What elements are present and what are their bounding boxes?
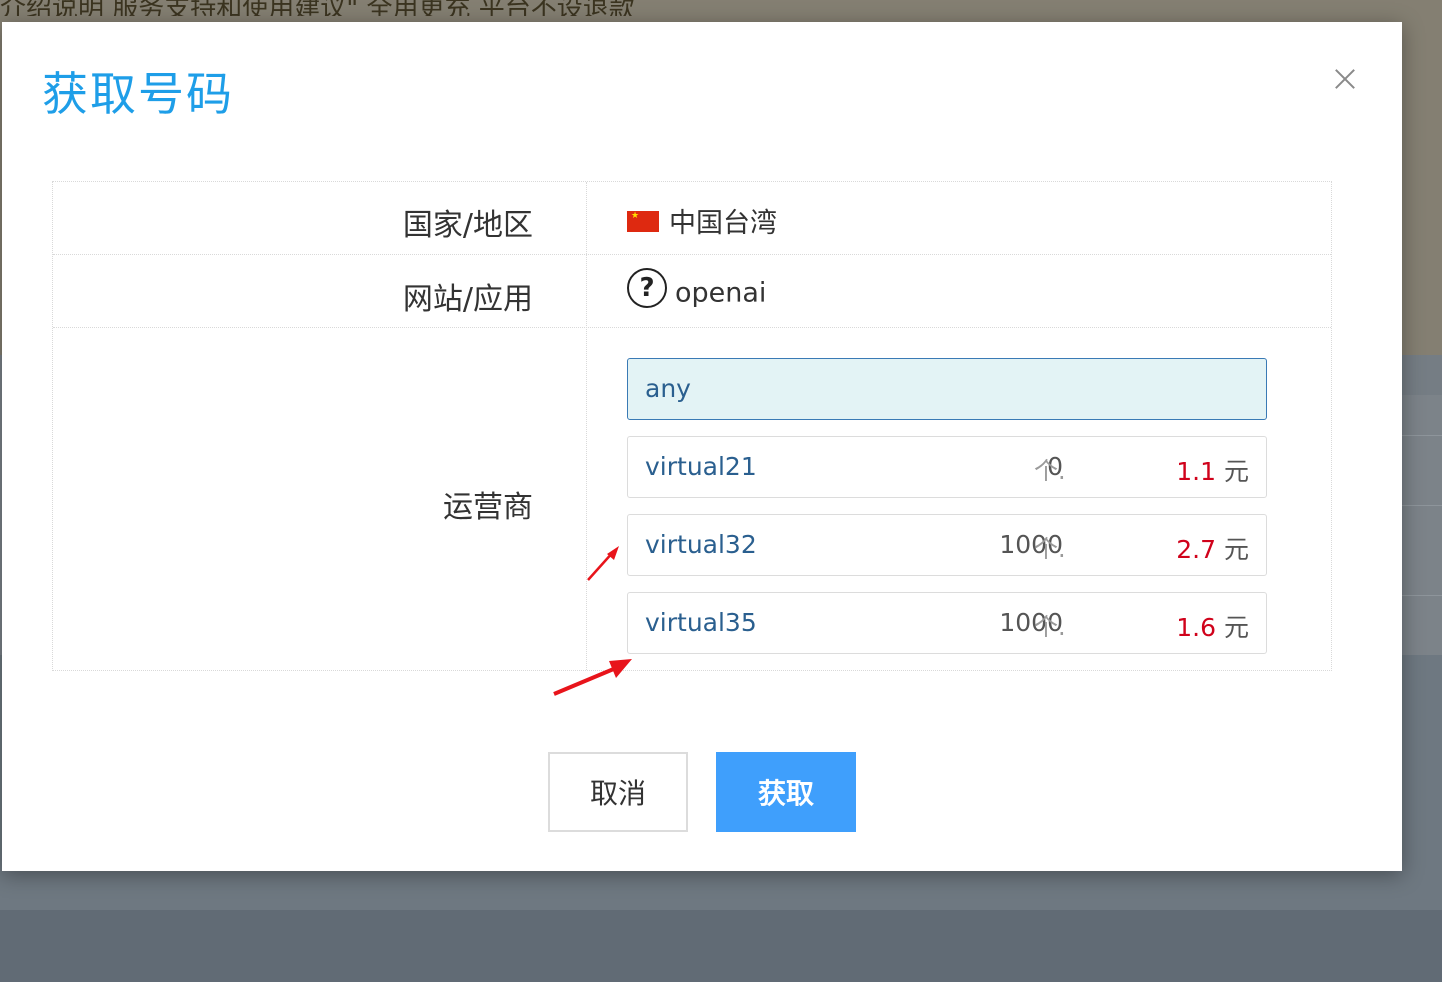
get-number-button[interactable]: 获取 bbox=[716, 752, 856, 832]
modal-title: 获取号码 bbox=[42, 67, 234, 121]
app-value: ? openai bbox=[627, 268, 767, 314]
carrier-name: virtual21 bbox=[645, 452, 757, 481]
country-value: ★ 中国台湾 bbox=[627, 201, 777, 240]
carrier-unit: 个. bbox=[1034, 457, 1066, 485]
order-form: 国家/地区 ★ 中国台湾 网站/应用 ? openai 运营商 any virtua… bbox=[52, 181, 1332, 671]
carrier-name: virtual35 bbox=[645, 608, 757, 637]
row-divider bbox=[53, 327, 1331, 328]
carrier-option-virtual21[interactable]: virtual21 0 个. 1.1 元 bbox=[627, 436, 1267, 498]
carrier-option-any[interactable]: any bbox=[627, 358, 1267, 420]
carrier-label: 运营商 bbox=[443, 490, 533, 525]
price-currency: 元 bbox=[1223, 613, 1249, 642]
carrier-unit: 个. bbox=[1034, 535, 1066, 563]
cancel-button[interactable]: 取消 bbox=[548, 752, 688, 832]
price-value: 1.6 bbox=[1176, 613, 1216, 642]
carrier-unit: 个. bbox=[1034, 613, 1066, 641]
row-divider bbox=[53, 254, 1331, 255]
background-divider bbox=[1402, 505, 1442, 506]
question-circle-icon: ? bbox=[627, 268, 667, 308]
carrier-option-virtual35[interactable]: virtual35 1000 个. 1.6 元 bbox=[627, 592, 1267, 654]
close-icon[interactable] bbox=[1330, 64, 1360, 94]
app-name: openai bbox=[675, 277, 767, 309]
carrier-price: 2.7 元 bbox=[1176, 530, 1249, 566]
country-name: 中国台湾 bbox=[669, 208, 777, 239]
price-currency: 元 bbox=[1223, 535, 1249, 564]
get-number-modal: 获取号码 国家/地区 ★ 中国台湾 网站/应用 ? openai 运营商 any v… bbox=[2, 22, 1402, 871]
price-currency: 元 bbox=[1223, 457, 1249, 486]
carrier-option-virtual32[interactable]: virtual32 1000 个. 2.7 元 bbox=[627, 514, 1267, 576]
background-divider bbox=[1402, 435, 1442, 436]
app-label: 网站/应用 bbox=[402, 282, 533, 317]
background-divider bbox=[1402, 595, 1442, 596]
price-value: 2.7 bbox=[1176, 535, 1216, 564]
price-value: 1.1 bbox=[1176, 457, 1216, 486]
background-footer bbox=[0, 910, 1442, 982]
flag-icon: ★ bbox=[627, 211, 659, 232]
carrier-price: 1.6 元 bbox=[1176, 608, 1249, 644]
country-label: 国家/地区 bbox=[402, 208, 533, 243]
annotation-arrow-icon bbox=[553, 659, 632, 696]
background-text: 介绍说明 服务支持和使用建议" 全用更充 平台不设退款 bbox=[0, 0, 635, 16]
carrier-price: 1.1 元 bbox=[1176, 452, 1249, 488]
background-table-header bbox=[1402, 355, 1442, 395]
carrier-name: virtual32 bbox=[645, 530, 757, 559]
carrier-name: any bbox=[645, 374, 691, 403]
annotation-arrow-icon bbox=[587, 546, 619, 581]
